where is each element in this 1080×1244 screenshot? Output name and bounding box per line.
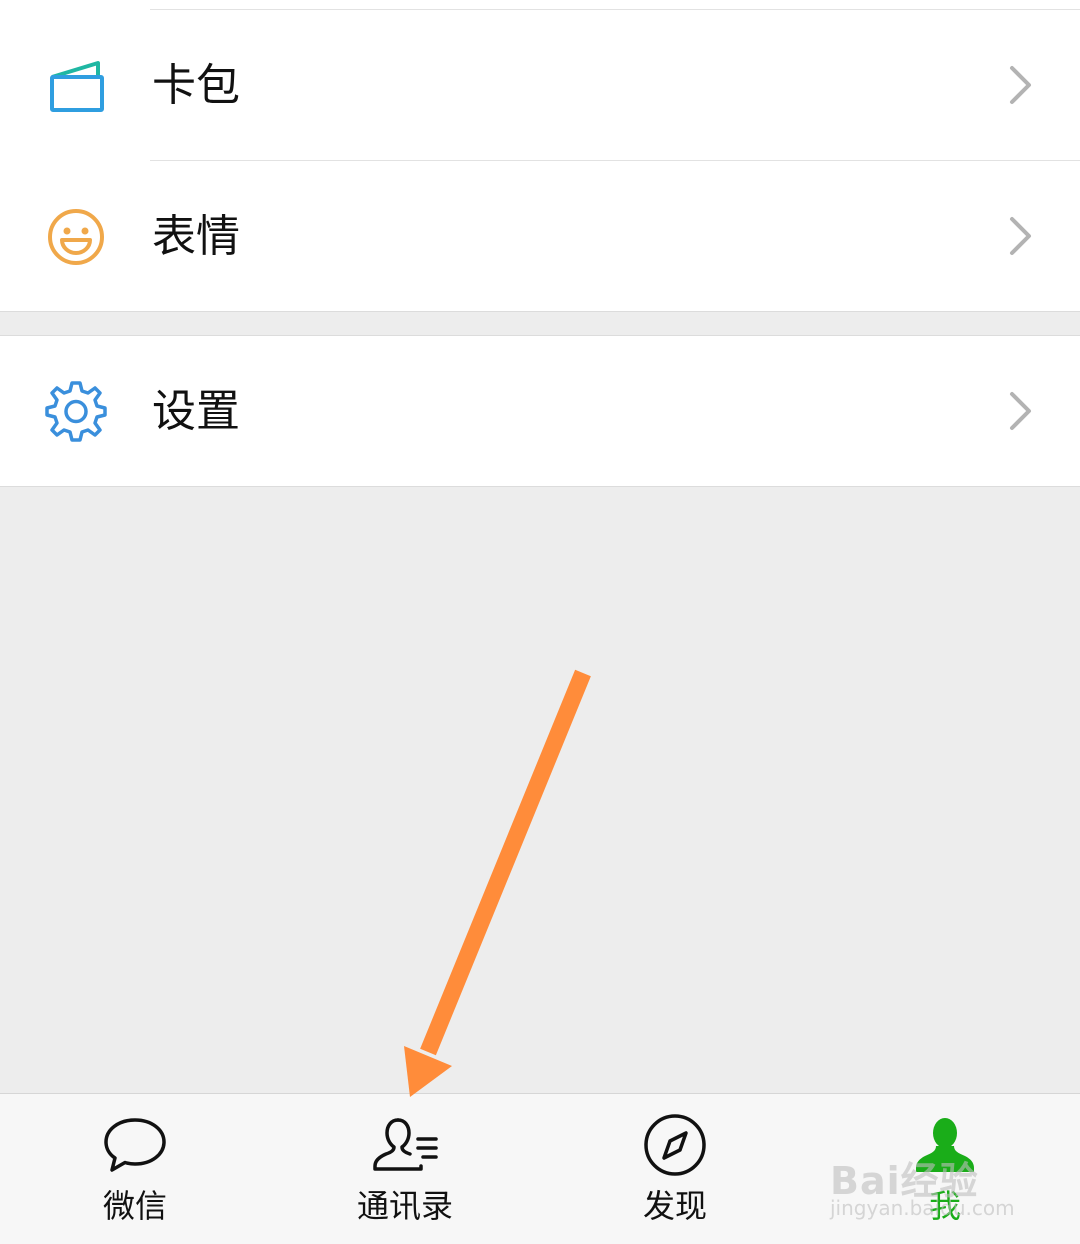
tab-me[interactable]: 我: [810, 1094, 1080, 1244]
card-wallet-icon: [50, 61, 104, 112]
tab-contacts[interactable]: 通讯录: [270, 1094, 540, 1244]
tab-label: 微信: [102, 1187, 167, 1225]
menu-item-label: 卡包: [152, 60, 240, 111]
menu-group-2: 设置: [0, 335, 1080, 487]
menu-item-card-wallet[interactable]: 卡包: [0, 10, 1080, 160]
menu-group-1: 卡包 表情: [0, 0, 1080, 312]
tab-label: 通讯录: [356, 1187, 453, 1225]
chevron-right-icon: [1010, 392, 1031, 430]
menu-item-stickers[interactable]: 表情: [0, 161, 1080, 311]
arrowhead-icon: [404, 1046, 452, 1097]
tab-label: 发现: [642, 1187, 707, 1225]
menu-item-label: 设置: [152, 386, 240, 437]
tab-discover[interactable]: 发现: [540, 1094, 810, 1244]
contacts-icon: [373, 1118, 438, 1171]
chat-bubble-icon: [104, 1118, 166, 1172]
person-icon: [916, 1118, 974, 1172]
gear-icon: [45, 381, 107, 442]
menu-item-label: 表情: [152, 211, 240, 262]
smiley-icon: [48, 209, 104, 265]
tab-label: 我: [928, 1187, 961, 1225]
bottom-tab-bar: 微信 通讯录 发现 我: [0, 1093, 1080, 1244]
chevron-right-icon: [1010, 66, 1031, 104]
menu-item-settings[interactable]: 设置: [0, 336, 1080, 486]
tab-chats[interactable]: 微信: [0, 1094, 270, 1244]
compass-icon: [644, 1114, 706, 1176]
chevron-right-icon: [1010, 217, 1031, 255]
